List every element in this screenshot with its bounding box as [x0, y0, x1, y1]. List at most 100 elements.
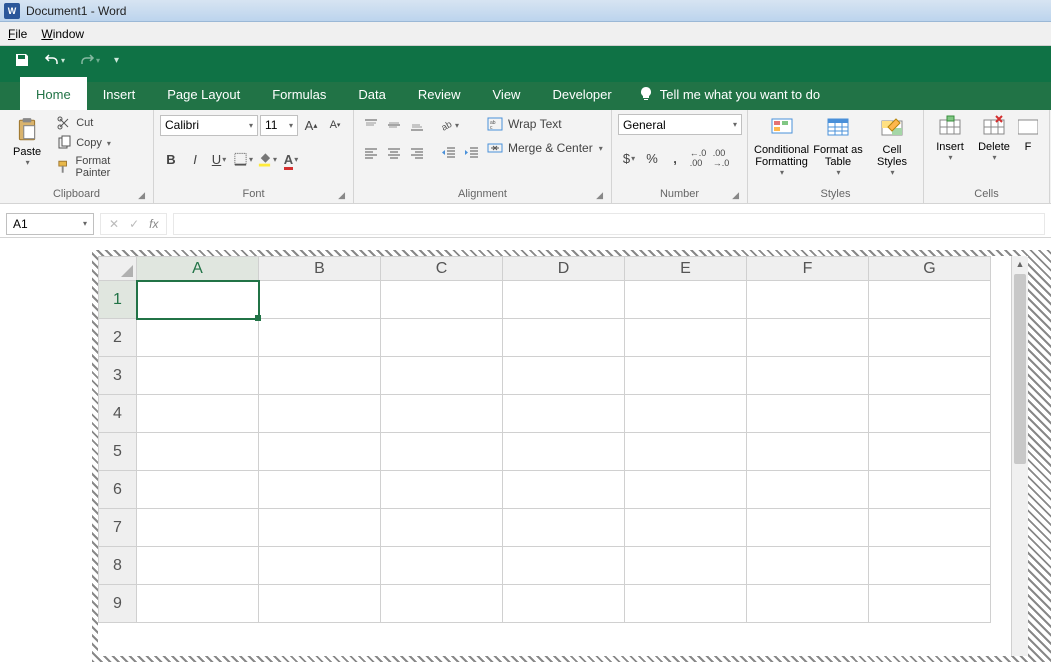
menu-window[interactable]: Window: [41, 27, 84, 41]
col-header-g[interactable]: G: [869, 257, 991, 281]
cell[interactable]: [869, 319, 991, 357]
insert-cells-button[interactable]: Insert▾: [930, 114, 970, 162]
redo-button[interactable]: ▾: [75, 50, 104, 70]
cell[interactable]: [503, 357, 625, 395]
cell[interactable]: [869, 471, 991, 509]
decrease-font-button[interactable]: A▾: [324, 114, 346, 136]
col-header-c[interactable]: C: [381, 257, 503, 281]
cell[interactable]: [503, 509, 625, 547]
cell[interactable]: [747, 471, 869, 509]
cell[interactable]: [625, 585, 747, 623]
cell[interactable]: [259, 357, 381, 395]
cell[interactable]: [869, 433, 991, 471]
cell[interactable]: [625, 547, 747, 585]
cell[interactable]: [381, 585, 503, 623]
font-color-button[interactable]: A▾: [280, 148, 302, 170]
formula-input[interactable]: [173, 213, 1045, 235]
fx-icon[interactable]: fx: [149, 217, 158, 231]
row-header-1[interactable]: 1: [99, 281, 137, 319]
cell[interactable]: [503, 281, 625, 319]
cell-a1[interactable]: [137, 281, 259, 319]
font-size-combo[interactable]: 11▾: [260, 115, 298, 136]
embedded-spreadsheet[interactable]: A B C D E F G 1 2 3 4 5 6 7 8: [98, 256, 1028, 656]
row-header-8[interactable]: 8: [99, 547, 137, 585]
align-middle-button[interactable]: [383, 114, 405, 136]
cell[interactable]: [625, 471, 747, 509]
cell[interactable]: [381, 319, 503, 357]
cell[interactable]: [869, 395, 991, 433]
orientation-button[interactable]: ab▾: [438, 114, 460, 136]
cell[interactable]: [625, 509, 747, 547]
cancel-formula-button[interactable]: ✕: [109, 217, 119, 231]
row-header-5[interactable]: 5: [99, 433, 137, 471]
tell-me-search[interactable]: Tell me what you want to do: [638, 86, 820, 110]
cell[interactable]: [503, 395, 625, 433]
tab-developer[interactable]: Developer: [536, 77, 627, 110]
row-header-7[interactable]: 7: [99, 509, 137, 547]
row-header-2[interactable]: 2: [99, 319, 137, 357]
cell[interactable]: [747, 547, 869, 585]
increase-font-button[interactable]: A▴: [300, 114, 322, 136]
cell[interactable]: [137, 547, 259, 585]
enter-formula-button[interactable]: ✓: [129, 217, 139, 231]
scroll-up-arrow[interactable]: ▲: [1012, 256, 1028, 272]
qat-customize[interactable]: ▾: [110, 53, 123, 68]
borders-button[interactable]: ▾: [232, 148, 254, 170]
bold-button[interactable]: B: [160, 148, 182, 170]
clipboard-launcher[interactable]: ◢: [138, 190, 145, 201]
align-bottom-button[interactable]: [406, 114, 428, 136]
cell[interactable]: [747, 357, 869, 395]
col-header-f[interactable]: F: [747, 257, 869, 281]
cell[interactable]: [625, 357, 747, 395]
cell[interactable]: [381, 509, 503, 547]
tab-page-layout[interactable]: Page Layout: [151, 77, 256, 110]
cell[interactable]: [381, 433, 503, 471]
paste-button[interactable]: Paste ▾: [6, 114, 48, 167]
percent-format-button[interactable]: %: [641, 147, 663, 169]
number-launcher[interactable]: ◢: [732, 190, 739, 201]
col-header-e[interactable]: E: [625, 257, 747, 281]
col-header-a[interactable]: A: [137, 257, 259, 281]
cell[interactable]: [625, 281, 747, 319]
font-name-combo[interactable]: Calibri▾: [160, 115, 258, 136]
cell[interactable]: [137, 471, 259, 509]
tab-insert[interactable]: Insert: [87, 77, 152, 110]
row-header-6[interactable]: 6: [99, 471, 137, 509]
row-header-9[interactable]: 9: [99, 585, 137, 623]
cell[interactable]: [381, 547, 503, 585]
cell[interactable]: [503, 319, 625, 357]
tab-view[interactable]: View: [477, 77, 537, 110]
cell[interactable]: [259, 395, 381, 433]
cell[interactable]: [381, 395, 503, 433]
cell[interactable]: [747, 585, 869, 623]
cell[interactable]: [747, 509, 869, 547]
tab-data[interactable]: Data: [342, 77, 401, 110]
align-top-button[interactable]: [360, 114, 382, 136]
row-header-4[interactable]: 4: [99, 395, 137, 433]
tab-home[interactable]: Home: [20, 77, 87, 110]
cell[interactable]: [137, 319, 259, 357]
cell[interactable]: [137, 509, 259, 547]
cell[interactable]: [259, 433, 381, 471]
cell[interactable]: [869, 281, 991, 319]
tab-formulas[interactable]: Formulas: [256, 77, 342, 110]
cut-button[interactable]: Cut: [54, 114, 147, 132]
cell[interactable]: [137, 357, 259, 395]
wrap-text-button[interactable]: abc Wrap Text: [487, 116, 603, 132]
cell[interactable]: [381, 471, 503, 509]
cell[interactable]: [747, 433, 869, 471]
cell[interactable]: [259, 547, 381, 585]
cell[interactable]: [869, 357, 991, 395]
format-as-table-button[interactable]: Format as Table▾: [813, 114, 863, 177]
conditional-formatting-button[interactable]: Conditional Formatting▾: [754, 114, 809, 177]
format-cells-button[interactable]: F: [1018, 114, 1038, 153]
cell[interactable]: [747, 319, 869, 357]
number-format-combo[interactable]: General▾: [618, 114, 742, 135]
format-painter-button[interactable]: Format Painter: [54, 154, 147, 180]
cell[interactable]: [869, 547, 991, 585]
cell[interactable]: [137, 433, 259, 471]
cell[interactable]: [259, 509, 381, 547]
underline-button[interactable]: U▾: [208, 148, 230, 170]
merge-center-button[interactable]: Merge & Center ▾: [487, 140, 603, 156]
undo-button[interactable]: ▾: [40, 50, 69, 70]
